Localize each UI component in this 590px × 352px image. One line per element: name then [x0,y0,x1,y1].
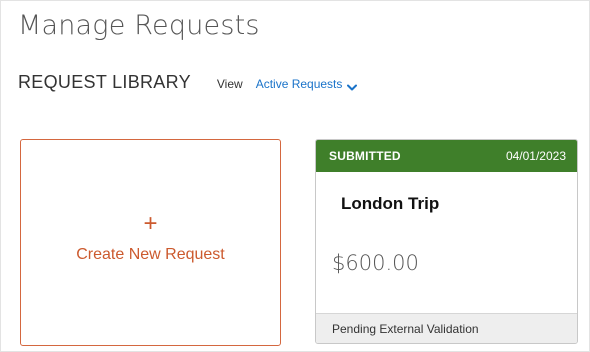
request-card[interactable]: SUBMITTED 04/01/2023 London Trip $600.00… [315,139,578,344]
plus-icon[interactable]: + [21,212,280,236]
request-card-header: SUBMITTED 04/01/2023 [316,140,577,172]
chevron-down-icon[interactable] [347,81,358,91]
view-filter-dropdown[interactable]: Active Requests [256,77,358,91]
library-title: REQUEST LIBRARY [18,72,191,92]
create-new-request-label[interactable]: Create New Request [21,246,280,264]
view-label: View [216,77,243,91]
view-filter-value[interactable]: Active Requests [256,77,343,91]
status-badge: SUBMITTED [329,149,401,163]
request-card-footer: Pending External Validation [316,313,577,343]
create-new-request-card[interactable]: + Create New Request [20,139,281,346]
request-name[interactable]: London Trip [341,194,439,214]
approval-status-text: Pending External Validation [332,322,479,336]
request-amount: $600.00 [332,251,419,275]
request-date: 04/01/2023 [505,149,566,163]
request-library-header: REQUEST LIBRARY View Active Requests [18,72,358,93]
page-title: Manage Requests [18,10,260,41]
